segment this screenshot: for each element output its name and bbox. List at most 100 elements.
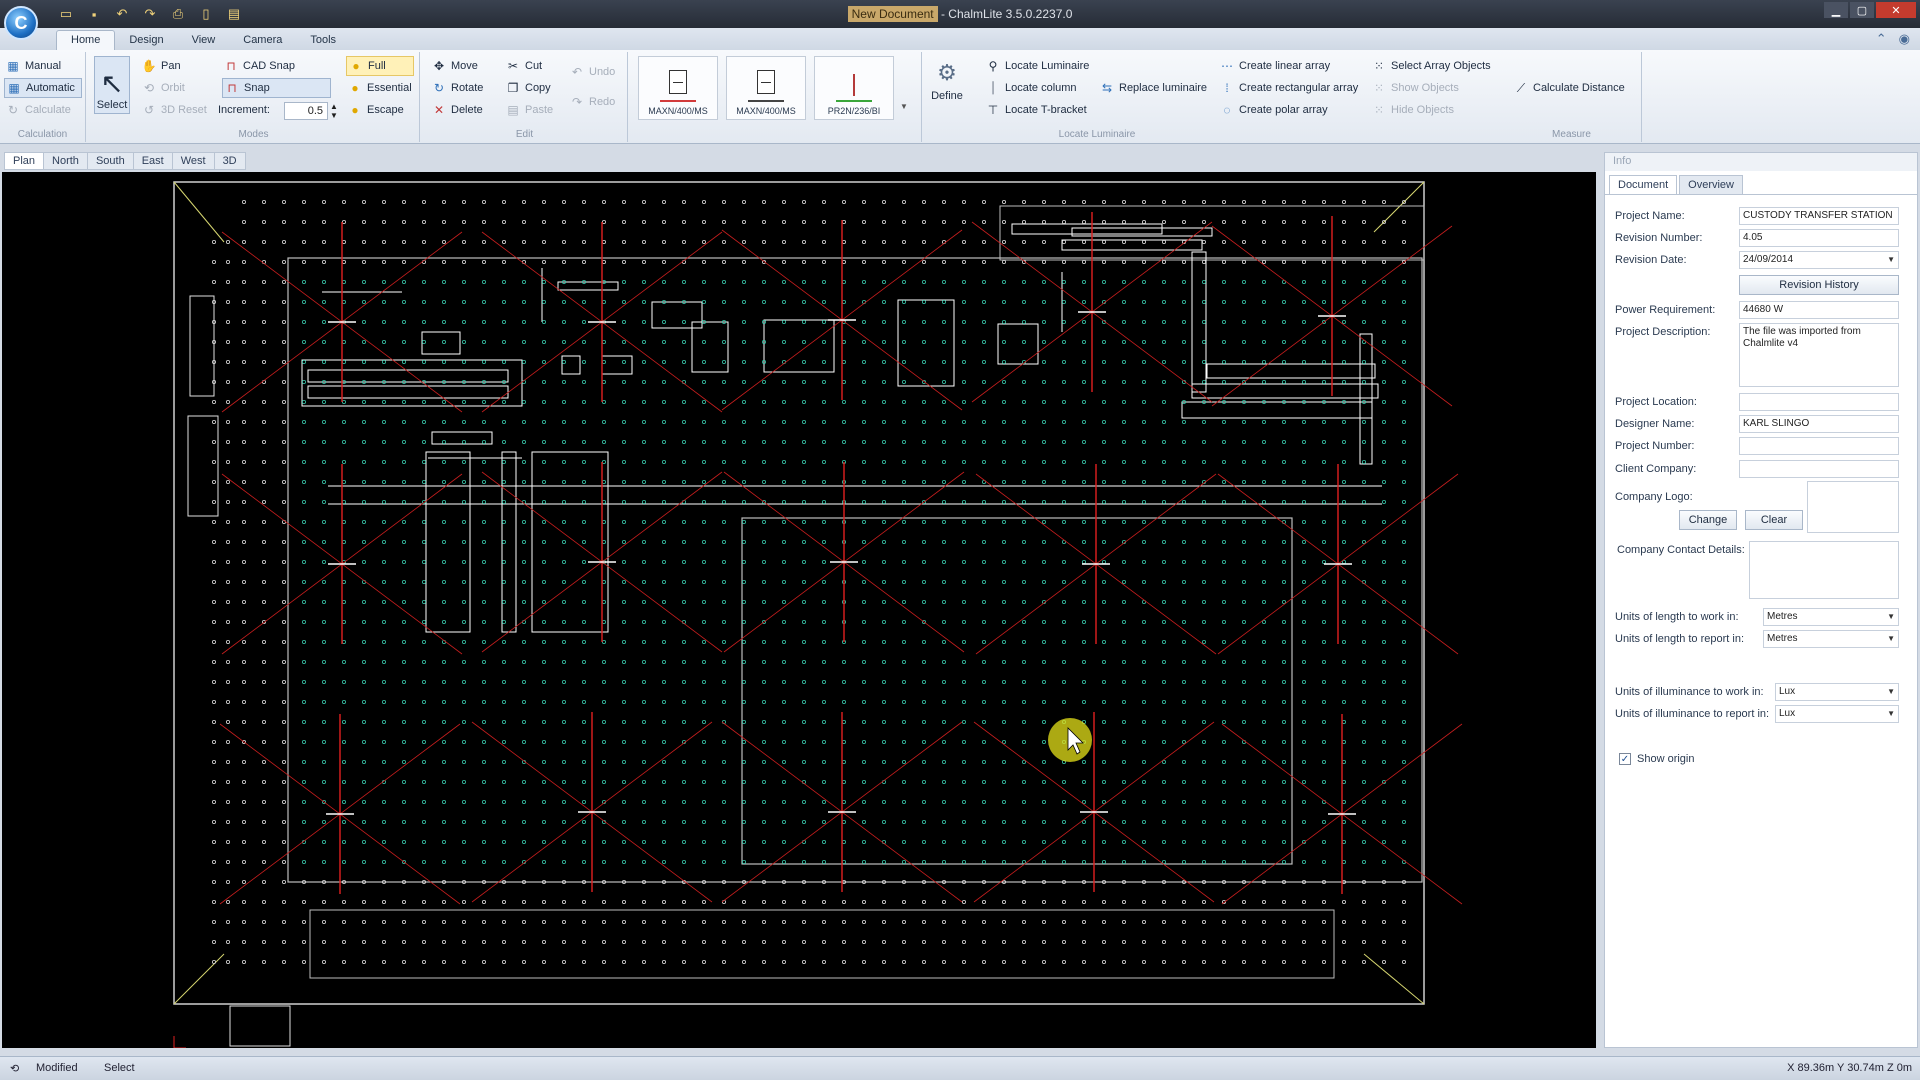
project-number-field[interactable] xyxy=(1739,437,1899,455)
replace-luminaire-button[interactable]: ⇆ Replace luminaire xyxy=(1100,78,1207,98)
close-button[interactable]: ✕ xyxy=(1876,2,1916,18)
calculate-icon: ↻ xyxy=(7,103,19,117)
designer-name-label: Designer Name: xyxy=(1615,418,1695,430)
tab-document[interactable]: Document xyxy=(1609,175,1678,194)
create-rectangular-array-button[interactable]: ⁞ Create rectangular array xyxy=(1220,78,1358,98)
pan-icon: ✋ xyxy=(141,59,157,73)
undo-icon: ↶ xyxy=(571,65,583,79)
project-number-label: Project Number: xyxy=(1615,440,1695,452)
application-menu-button[interactable]: C xyxy=(4,6,38,40)
tbracket-icon: ⊤ xyxy=(987,103,999,117)
units-length-work-label: Units of length to work in: xyxy=(1615,611,1739,623)
redo-icon: ↷ xyxy=(571,95,583,109)
project-description-field[interactable]: The file was imported from Chalmlite v4 xyxy=(1739,323,1899,387)
change-logo-button[interactable]: Change xyxy=(1679,510,1737,530)
automatic-icon: ▦ xyxy=(8,81,20,95)
rotate-button[interactable]: ↻ Rotate xyxy=(432,78,483,98)
define-button[interactable]: ⚙ Define xyxy=(926,56,968,116)
view-tab-3d[interactable]: 3D xyxy=(214,152,246,170)
copy-button[interactable]: ❐ Copy xyxy=(506,78,551,98)
luminaire-maxn-400-ms-1[interactable]: MAXN/400/MS xyxy=(638,56,718,120)
reset-3d-button[interactable]: ↺ 3D Reset xyxy=(142,100,207,120)
tab-design[interactable]: Design xyxy=(115,31,177,50)
increment-input[interactable]: 0.5 xyxy=(284,102,328,120)
cad-snap-button[interactable]: ⊓ CAD Snap xyxy=(224,56,295,76)
show-origin-checkbox[interactable]: ✓ xyxy=(1619,753,1631,765)
tab-home[interactable]: Home xyxy=(56,30,116,50)
clear-logo-button[interactable]: Clear xyxy=(1745,510,1803,530)
view-tab-west[interactable]: West xyxy=(172,152,215,170)
info-panel: Info Document Overview Project Name: CUS… xyxy=(1604,152,1918,1048)
orbit-button[interactable]: ⟲ Orbit xyxy=(142,78,185,98)
snap-button[interactable]: ⊓ Snap xyxy=(222,78,331,98)
revision-date-picker[interactable]: 24/09/2014 ▼ xyxy=(1739,251,1899,269)
automatic-button[interactable]: ▦ Automatic xyxy=(4,78,82,98)
luminaire-pr2n-236-bi[interactable]: PR2N/236/BI xyxy=(814,56,894,120)
ribbon-right-icons: ⌃ ◉ xyxy=(1876,31,1910,47)
chevron-down-icon: ▼ xyxy=(1887,687,1895,696)
help-icon[interactable]: ◉ xyxy=(1899,31,1910,47)
floor-plan-drawing[interactable] xyxy=(2,172,1596,1048)
escape-button[interactable]: ● Escape xyxy=(348,100,403,120)
revision-number-field[interactable]: 4.05 xyxy=(1739,229,1899,247)
project-name-field[interactable]: CUSTODY TRANSFER STATION xyxy=(1739,207,1899,225)
client-company-label: Client Company: xyxy=(1615,463,1697,475)
group-label-edit: Edit xyxy=(515,129,534,140)
essential-button[interactable]: ● Essential xyxy=(348,78,411,98)
units-illum-work-select[interactable]: Lux ▼ xyxy=(1775,683,1899,701)
power-requirement-field[interactable]: 44680 W xyxy=(1739,301,1899,319)
replace-icon: ⇆ xyxy=(1101,81,1113,95)
cut-button[interactable]: ✂ Cut xyxy=(506,56,542,76)
revision-history-button[interactable]: Revision History xyxy=(1739,275,1899,295)
company-logo-label: Company Logo: xyxy=(1615,491,1693,503)
tab-overview[interactable]: Overview xyxy=(1679,175,1743,194)
create-polar-array-button[interactable]: ◌ Create polar array xyxy=(1220,100,1327,120)
info-tabs: Document Overview xyxy=(1605,171,1917,195)
project-location-field[interactable] xyxy=(1739,393,1899,411)
locate-tbracket-button[interactable]: ⊤ Locate T-bracket xyxy=(986,100,1087,120)
minimize-button[interactable]: ▁ xyxy=(1824,2,1848,18)
calculate-distance-button[interactable]: ⟋ Calculate Distance xyxy=(1514,78,1625,98)
group-label-modes: Modes xyxy=(238,129,269,140)
collapse-ribbon-icon[interactable]: ⌃ xyxy=(1876,31,1887,47)
delete-button[interactable]: ✕ Delete xyxy=(432,100,483,120)
create-linear-array-button[interactable]: ⋯ Create linear array xyxy=(1220,56,1330,76)
units-length-report-select[interactable]: Metres ▼ xyxy=(1763,630,1899,648)
tab-view[interactable]: View xyxy=(178,31,230,50)
move-button[interactable]: ✥ Move xyxy=(432,56,478,76)
pan-button[interactable]: ✋ Pan xyxy=(142,56,181,76)
redo-button[interactable]: ↷ Redo xyxy=(570,92,615,112)
paste-button[interactable]: ▤ Paste xyxy=(506,100,553,120)
select-arrow-icon: ↖ xyxy=(100,68,124,99)
gallery-expand-icon[interactable]: ▼ xyxy=(900,102,908,111)
locate-column-button[interactable]: ⏐ Locate column xyxy=(986,78,1077,98)
hide-objects-button[interactable]: ⁙ Hide Objects xyxy=(1372,100,1454,120)
maximize-button[interactable]: ▢ xyxy=(1850,2,1874,18)
tab-tools[interactable]: Tools xyxy=(296,31,350,50)
locate-luminaire-button[interactable]: ⚲ Locate Luminaire xyxy=(986,56,1090,76)
view-tab-plan[interactable]: Plan xyxy=(4,152,45,170)
delete-icon: ✕ xyxy=(433,103,445,117)
calculate-button[interactable]: ↻ Calculate xyxy=(6,100,71,120)
units-length-work-select[interactable]: Metres ▼ xyxy=(1763,608,1899,626)
luminaire-maxn-400-ms-2[interactable]: MAXN/400/MS xyxy=(726,56,806,120)
view-tab-north[interactable]: North xyxy=(44,152,88,170)
view-tab-south[interactable]: South xyxy=(87,152,134,170)
designer-name-field[interactable]: KARL SLINGO xyxy=(1739,415,1899,433)
plan-canvas[interactable] xyxy=(2,172,1596,1048)
select-button[interactable]: ↖ Select xyxy=(94,56,130,114)
tab-camera[interactable]: Camera xyxy=(229,31,296,50)
full-button[interactable]: ● Full xyxy=(346,56,414,76)
rectangular-array-icon: ⁞ xyxy=(1225,81,1229,95)
view-tab-east[interactable]: East xyxy=(133,152,173,170)
select-array-objects-button[interactable]: ⁙ Select Array Objects xyxy=(1372,56,1491,76)
undo-button[interactable]: ↶ Undo xyxy=(570,62,615,82)
client-company-field[interactable] xyxy=(1739,460,1899,478)
company-contact-field[interactable] xyxy=(1749,541,1899,599)
units-illum-report-select[interactable]: Lux ▼ xyxy=(1775,705,1899,723)
bulb-escape-icon: ● xyxy=(351,103,359,117)
show-objects-button[interactable]: ⁙ Show Objects xyxy=(1372,78,1459,98)
chevron-down-icon: ▼ xyxy=(1887,634,1895,643)
manual-button[interactable]: ▦ Manual xyxy=(6,56,61,76)
increment-spinner[interactable]: ▲ ▼ xyxy=(330,102,338,120)
